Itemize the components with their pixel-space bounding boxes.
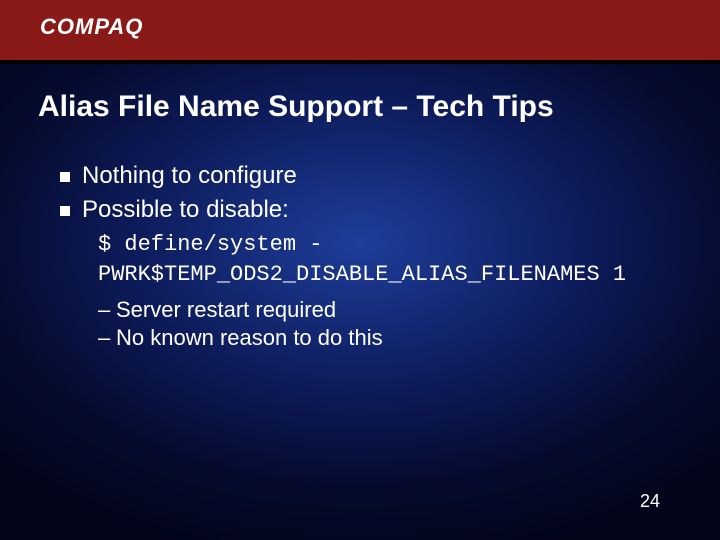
compaq-logo: COMPAQ: [40, 14, 143, 40]
code-block: $ define/system - PWRK$TEMP_ODS2_DISABLE…: [98, 230, 680, 289]
sub-bullet-text: Server restart required: [116, 297, 336, 322]
dash-bullet-icon: –: [98, 297, 116, 323]
page-number: 24: [640, 491, 660, 512]
sub-bullet-text: No known reason to do this: [116, 325, 383, 350]
dash-bullet-icon: –: [98, 325, 116, 351]
sub-bullet-item: –No known reason to do this: [98, 325, 680, 351]
bullet-text: Possible to disable:: [82, 196, 289, 224]
square-bullet-icon: [60, 172, 70, 182]
bullet-text: Nothing to configure: [82, 162, 297, 190]
slide: COMPAQ Alias File Name Support – Tech Ti…: [0, 0, 720, 540]
code-line: PWRK$TEMP_ODS2_DISABLE_ALIAS_FILENAMES 1: [98, 262, 626, 287]
bullet-item: Possible to disable:: [60, 196, 680, 224]
sub-bullet-item: –Server restart required: [98, 297, 680, 323]
header-bar: COMPAQ: [0, 0, 720, 64]
slide-title: Alias File Name Support – Tech Tips: [38, 90, 682, 124]
code-line: $ define/system -: [98, 232, 322, 257]
sub-bullet-list: –Server restart required –No known reaso…: [98, 297, 680, 351]
bullet-item: Nothing to configure: [60, 162, 680, 190]
slide-content: Nothing to configure Possible to disable…: [60, 160, 680, 353]
square-bullet-icon: [60, 206, 70, 216]
